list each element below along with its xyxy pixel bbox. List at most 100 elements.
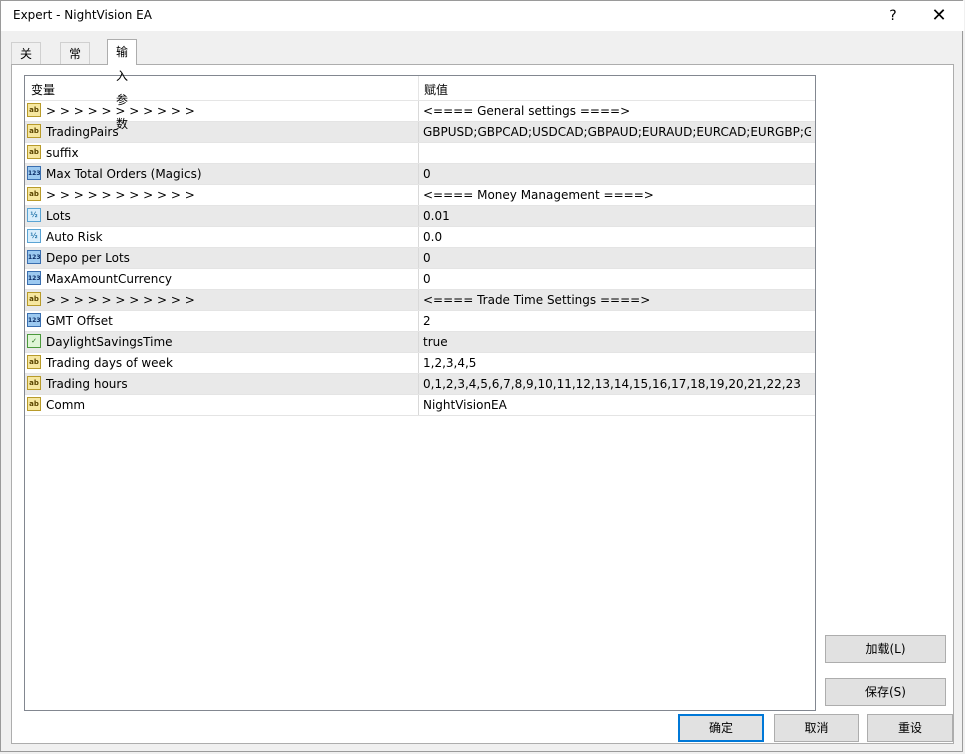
- variable-value: <==== Trade Time Settings ====>: [423, 293, 651, 307]
- parameter-row[interactable]: 123 GMT Offset 2: [25, 311, 815, 332]
- grid-header: 变量 赋值: [25, 76, 815, 101]
- string-type-icon: ab: [27, 292, 41, 306]
- variable-value: true: [423, 335, 448, 349]
- variable-name: Depo per Lots: [46, 251, 130, 265]
- string-type-icon: ab: [27, 124, 41, 138]
- string-type-icon: ab: [27, 103, 41, 117]
- variable-cell[interactable]: ab > > > > > > > > > > >: [25, 185, 419, 205]
- parameter-row[interactable]: ab> > > > > > > > > > > <==== General set…: [25, 101, 815, 122]
- value-cell[interactable]: 0,1,2,3,4,5,6,7,8,9,10,11,12,13,14,15,16…: [419, 374, 815, 394]
- tab-common[interactable]: 常用: [60, 42, 91, 83]
- value-cell[interactable]: <==== Money Management ====>: [419, 185, 815, 205]
- variable-value: <==== Money Management ====>: [423, 188, 654, 202]
- variable-value: 2: [423, 314, 431, 328]
- value-cell[interactable]: true: [419, 332, 815, 352]
- title-bar: Expert - NightVision EA ? ✕: [1, 1, 964, 31]
- variable-name: Trading days of week: [46, 356, 173, 370]
- variable-name: DaylightSavingsTime: [46, 335, 173, 349]
- value-cell[interactable]: GBPUSD;GBPCAD;USDCAD;GBPAUD;EURAUD;EURCA…: [419, 122, 815, 142]
- variable-value: NightVisionEA: [423, 398, 507, 412]
- parameter-row[interactable]: ab > > > > > > > > > > > <==== Money Manag…: [25, 185, 815, 206]
- expert-dialog: Expert - NightVision EA ? ✕ 关于 常用 输入参数 变…: [0, 0, 964, 752]
- parameter-row[interactable]: ab Trading days of week 1,2,3,4,5: [25, 353, 815, 374]
- value-cell[interactable]: 2: [419, 311, 815, 331]
- parameter-row[interactable]: 123 Max Total Orders (Magics) 0: [25, 164, 815, 185]
- value-cell[interactable]: 0: [419, 248, 815, 268]
- string-type-icon: ab: [27, 376, 41, 390]
- parameters-grid: 变量 赋值 ab > > > > > > > > > > > <==== Gener…: [24, 75, 816, 711]
- integer-type-icon: 123: [27, 166, 41, 180]
- reset-button[interactable]: 重设: [867, 714, 953, 742]
- variable-cell[interactable]: ab Trading days of week: [25, 353, 419, 373]
- header-separator[interactable]: [418, 76, 419, 100]
- parameter-row[interactable]: ✓ DaylightSavingsTime true: [25, 332, 815, 353]
- parameter-row[interactable]: 123 Depo per Lots 0: [25, 248, 815, 269]
- parameter-row[interactable]: ab Comm NightVisionEA: [25, 395, 815, 416]
- double-type-icon: ½: [27, 229, 41, 243]
- variable-value: 0,1,2,3,4,5,6,7,8,9,10,11,12,13,14,15,16…: [423, 377, 801, 391]
- variable-cell[interactable]: ab Comm: [25, 395, 419, 415]
- variable-cell[interactable]: ab> > > > > > > > > > >: [25, 101, 419, 121]
- parameter-row[interactable]: ab suffix: [25, 143, 815, 164]
- variable-cell[interactable]: ab TradingPairs: [25, 122, 419, 142]
- column-header-value[interactable]: 赋值: [424, 81, 448, 98]
- variable-name: TradingPairs: [46, 125, 119, 139]
- parameter-row[interactable]: ½ Lots 0.01: [25, 206, 815, 227]
- window-title: Expert - NightVision EA: [13, 8, 152, 22]
- variable-name: Trading hours: [46, 377, 128, 391]
- variable-name: Comm: [46, 398, 86, 412]
- variable-name: > > > > > > > > > > >: [46, 188, 195, 202]
- load-button[interactable]: 加载(L): [825, 635, 946, 663]
- parameter-row[interactable]: ½ Auto Risk 0.0: [25, 227, 815, 248]
- tab-panel: 变量 赋值 ab > > > > > > > > > > > <==== Gener…: [11, 64, 954, 744]
- save-button[interactable]: 保存(S): [825, 678, 946, 706]
- integer-type-icon: 123: [27, 250, 41, 264]
- string-type-icon: ab: [27, 187, 41, 201]
- value-cell[interactable]: 0.0: [419, 227, 815, 247]
- variable-cell[interactable]: ✓ DaylightSavingsTime: [25, 332, 419, 352]
- parameter-row[interactable]: ab TradingPairs GBPUSD;GBPCAD;USDCAD;GBPAU…: [25, 122, 815, 143]
- value-cell[interactable]: 0: [419, 164, 815, 184]
- close-button[interactable]: ✕: [927, 5, 951, 27]
- parameter-row[interactable]: 123 MaxAmountCurrency 0: [25, 269, 815, 290]
- value-cell[interactable]: <==== General settings ====>: [419, 101, 815, 121]
- variable-value: 1,2,3,4,5: [423, 356, 477, 370]
- variable-value: <==== General settings ====>: [423, 104, 631, 118]
- variable-cell[interactable]: 123 GMT Offset: [25, 311, 419, 331]
- help-button[interactable]: ?: [881, 5, 905, 27]
- variable-name: Lots: [46, 209, 71, 223]
- value-cell[interactable]: NightVisionEA: [419, 395, 815, 415]
- variable-cell[interactable]: 123 Depo per Lots: [25, 248, 419, 268]
- cancel-button[interactable]: 取消: [774, 714, 859, 742]
- parameter-row[interactable]: ab > > > > > > > > > > > <==== Trade Time …: [25, 290, 815, 311]
- ok-button[interactable]: 确定: [678, 714, 764, 742]
- tab-inputs[interactable]: 输入参数: [107, 39, 138, 131]
- variable-value: GBPUSD;GBPCAD;USDCAD;GBPAUD;EURAUD;EURCA…: [423, 125, 811, 139]
- variable-name: > > > > > > > > > > >: [46, 293, 195, 307]
- variable-cell[interactable]: 123 Max Total Orders (Magics): [25, 164, 419, 184]
- value-cell[interactable]: 0.01: [419, 206, 815, 226]
- tab-about[interactable]: 关于: [11, 42, 42, 83]
- value-cell[interactable]: [419, 143, 815, 163]
- variable-value: 0: [423, 272, 431, 286]
- variable-value: 0: [423, 251, 431, 265]
- value-cell[interactable]: 1,2,3,4,5: [419, 353, 815, 373]
- variable-cell[interactable]: ab Trading hours: [25, 374, 419, 394]
- variable-cell[interactable]: ½ Lots: [25, 206, 419, 226]
- string-type-icon: ab: [27, 145, 41, 159]
- variable-cell[interactable]: 123 MaxAmountCurrency: [25, 269, 419, 289]
- variable-value: 0.0: [423, 230, 443, 244]
- double-type-icon: ½: [27, 208, 41, 222]
- grid-rows: ab > > > > > > > > > > > <==== General set…: [25, 101, 815, 416]
- value-cell[interactable]: 0: [419, 269, 815, 289]
- variable-cell[interactable]: ab suffix: [25, 143, 419, 163]
- variable-cell[interactable]: ab > > > > > > > > > > >: [25, 290, 419, 310]
- variable-value: 0: [423, 167, 431, 181]
- value-cell[interactable]: <==== Trade Time Settings ====>: [419, 290, 815, 310]
- variable-value: 0.01: [423, 209, 450, 223]
- variable-cell[interactable]: ½ Auto Risk: [25, 227, 419, 247]
- column-header-variable[interactable]: 变量: [31, 81, 55, 98]
- variable-name: Auto Risk: [46, 230, 103, 244]
- parameter-row[interactable]: ab Trading hours 0,1,2,3,4,5,6,7,8,9,10,11…: [25, 374, 815, 395]
- boolean-type-icon: ✓: [27, 334, 41, 348]
